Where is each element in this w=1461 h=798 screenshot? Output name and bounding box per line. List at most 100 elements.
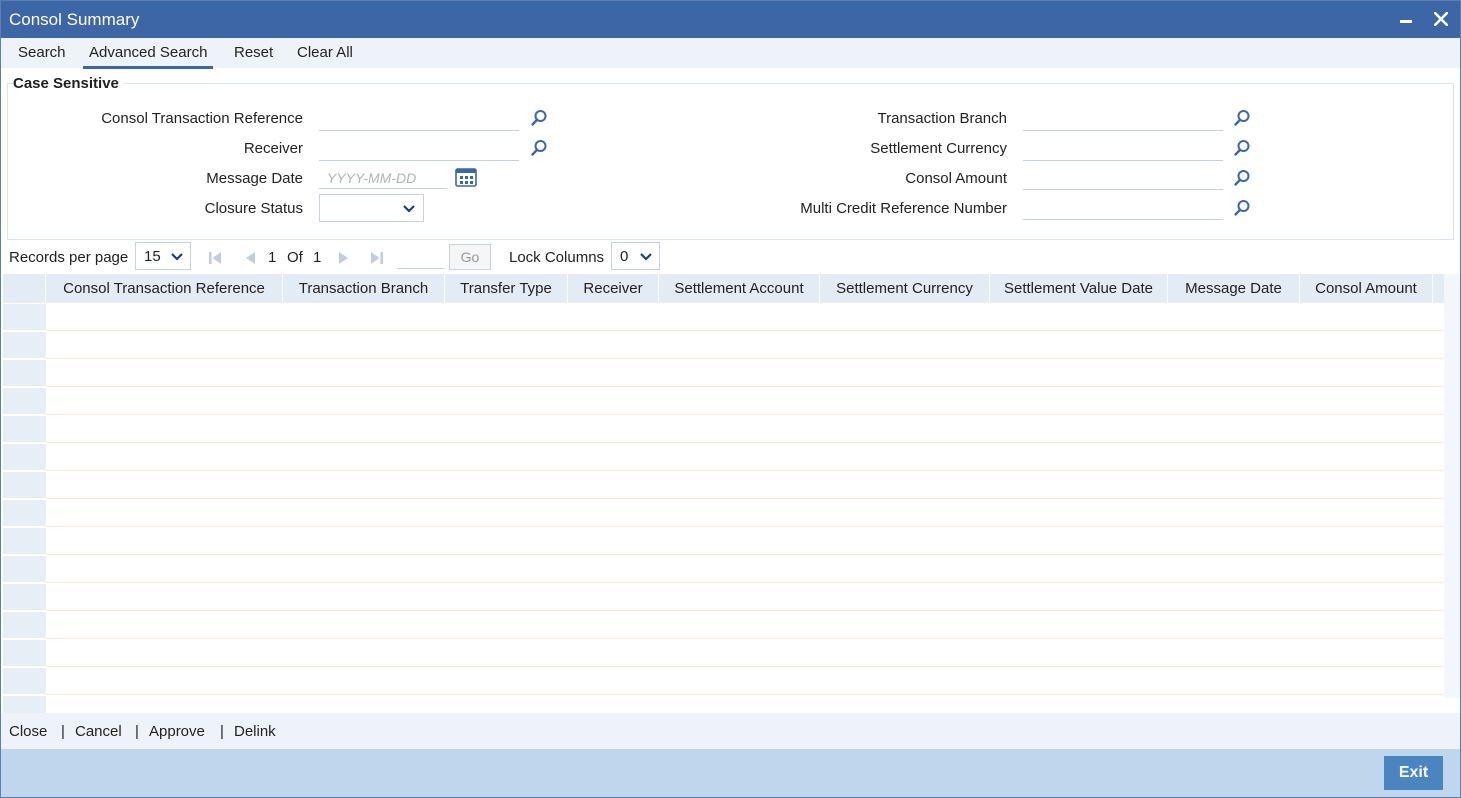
receiver-lookup-icon[interactable] [530, 139, 548, 157]
cancel-link[interactable]: Cancel [75, 723, 122, 740]
consol-ref-input[interactable] [319, 109, 519, 131]
results-grid: Consol Transaction Reference Transaction… [3, 274, 1444, 723]
row-selector[interactable] [3, 556, 46, 582]
row-selector[interactable] [3, 612, 46, 638]
row-selector[interactable] [3, 360, 46, 386]
row-selector[interactable] [3, 500, 46, 526]
tab-advanced-search[interactable]: Advanced Search [83, 44, 214, 69]
records-per-page-select[interactable]: 15 [135, 242, 191, 270]
multi-credit-label: Multi Credit Reference Number [800, 200, 1007, 217]
chevron-down-icon [171, 253, 183, 261]
records-per-page-label: Records per page [9, 249, 129, 266]
row-selector[interactable] [3, 416, 46, 442]
next-page-icon[interactable] [337, 251, 351, 265]
multi-credit-lookup-icon[interactable] [1233, 199, 1251, 217]
message-date-input[interactable] [319, 167, 447, 189]
tab-reset[interactable]: Reset [234, 44, 273, 66]
action-links-bar: Close | Cancel | Approve | Delink [1, 713, 1460, 749]
close-window-button[interactable] [1429, 7, 1453, 31]
lock-columns-value: 0 [620, 248, 629, 265]
table-row [46, 610, 1444, 611]
separator: | [61, 723, 65, 740]
goto-page-input[interactable] [397, 245, 445, 269]
row-selector[interactable] [3, 668, 46, 694]
row-selector[interactable] [3, 584, 46, 610]
table-row [46, 386, 1444, 387]
row-selector[interactable] [3, 332, 46, 358]
table-row [46, 498, 1444, 499]
tab-search[interactable]: Search [18, 44, 66, 66]
txn-branch-label: Transaction Branch [877, 110, 1007, 127]
txn-branch-input[interactable] [1023, 109, 1223, 131]
row-selector[interactable] [3, 472, 46, 498]
grid-scrollbar[interactable] [1444, 274, 1460, 698]
footer-bar: Exit [1, 749, 1460, 797]
first-page-icon[interactable] [208, 251, 222, 265]
select-all-header[interactable] [3, 274, 46, 303]
consol-amount-label: Consol Amount [905, 170, 1007, 187]
previous-page-icon[interactable] [243, 251, 257, 265]
column-header[interactable]: Transaction Branch [283, 274, 445, 303]
row-selector[interactable] [3, 388, 46, 414]
case-sensitive-label: Case Sensitive [13, 75, 123, 92]
column-header[interactable]: Settlement Value Date [990, 274, 1168, 303]
closure-status-label: Closure Status [204, 200, 303, 217]
settlement-currency-input[interactable] [1023, 139, 1223, 161]
settlement-currency-lookup-icon[interactable] [1233, 139, 1251, 157]
consol-ref-lookup-icon[interactable] [530, 109, 548, 127]
column-header[interactable]: Settlement Currency [820, 274, 990, 303]
table-row [46, 582, 1444, 583]
close-link[interactable]: Close [9, 723, 47, 740]
last-page-icon[interactable] [370, 251, 384, 265]
close-icon [1434, 12, 1448, 26]
table-row [46, 330, 1444, 331]
closure-status-select[interactable] [319, 194, 424, 222]
row-selector[interactable] [3, 304, 46, 330]
consol-ref-label: Consol Transaction Reference [101, 110, 303, 127]
column-header[interactable]: Message Date [1168, 274, 1300, 303]
go-button[interactable]: Go [449, 244, 491, 270]
minimize-button[interactable] [1394, 7, 1418, 31]
receiver-input[interactable] [319, 139, 519, 161]
column-header[interactable]: Consol Amount [1300, 274, 1433, 303]
settlement-currency-label: Settlement Currency [870, 140, 1007, 157]
grid-header: Consol Transaction Reference Transaction… [3, 274, 1444, 303]
table-row [46, 638, 1444, 639]
minimize-icon [1400, 20, 1412, 23]
table-row [46, 526, 1444, 527]
separator: | [135, 723, 139, 740]
table-row [46, 414, 1444, 415]
delink-link[interactable]: Delink [234, 723, 276, 740]
table-row [46, 358, 1444, 359]
row-selector[interactable] [3, 528, 46, 554]
calendar-icon[interactable] [455, 167, 477, 187]
consol-summary-window: Consol Summary Search Advanced Search Re… [0, 0, 1461, 798]
receiver-label: Receiver [243, 140, 303, 157]
column-header[interactable]: Consol Transaction Reference [46, 274, 283, 303]
table-row [46, 554, 1444, 555]
search-toolbar: Search Advanced Search Reset Clear All [1, 38, 1460, 69]
window-title: Consol Summary [9, 10, 140, 29]
current-page: 1 [268, 249, 277, 266]
exit-button[interactable]: Exit [1384, 756, 1443, 790]
table-row [46, 470, 1444, 471]
consol-amount-lookup-icon[interactable] [1233, 169, 1251, 187]
row-selector[interactable] [3, 444, 46, 470]
column-header[interactable]: Transfer Type [445, 274, 568, 303]
multi-credit-input[interactable] [1023, 198, 1223, 220]
tab-clear-all[interactable]: Clear All [297, 44, 353, 66]
row-selector[interactable] [3, 640, 46, 666]
approve-link[interactable]: Approve [149, 723, 205, 740]
chevron-down-icon [640, 253, 652, 261]
table-row [46, 442, 1444, 443]
consol-amount-input[interactable] [1023, 168, 1223, 190]
title-bar: Consol Summary [1, 1, 1460, 38]
message-date-label: Message Date [206, 170, 303, 187]
column-header[interactable]: Settlement Account [659, 274, 820, 303]
pagination-bar: Records per page 15 1 Of 1 Go Lock Colum… [1, 242, 1460, 272]
txn-branch-lookup-icon[interactable] [1233, 109, 1251, 127]
lock-columns-select[interactable]: 0 [611, 242, 660, 270]
table-row [46, 666, 1444, 667]
total-pages: 1 [313, 249, 322, 266]
column-header[interactable]: Receiver [568, 274, 659, 303]
